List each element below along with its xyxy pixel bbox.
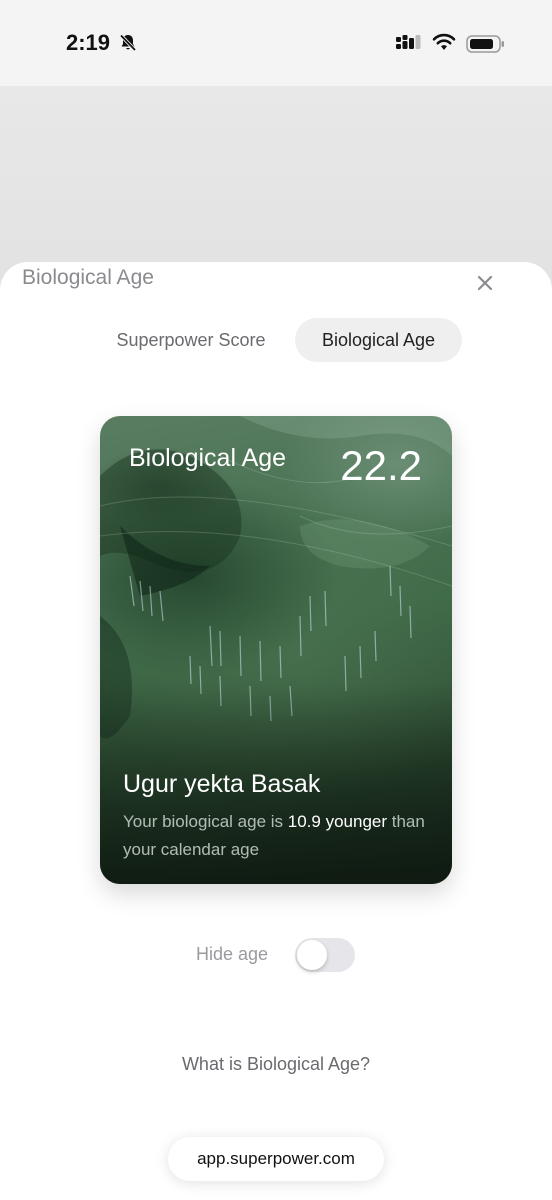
wifi-icon bbox=[432, 33, 456, 50]
biological-age-value: 22.2 bbox=[340, 442, 422, 489]
backdrop bbox=[0, 86, 552, 286]
close-button[interactable] bbox=[470, 268, 500, 298]
modal-sheet: Biological Age Superpower Score Biologic… bbox=[0, 262, 552, 1200]
user-name: Ugur yekta Basak bbox=[123, 770, 321, 798]
biological-age-card: Biological Age 22.2 Ugur yekta Basak You… bbox=[100, 416, 452, 884]
toggle-knob bbox=[297, 940, 327, 970]
close-icon bbox=[477, 275, 493, 291]
status-bar: 2:19 bbox=[0, 0, 552, 86]
age-comparison-text: Your biological age is 10.9 younger than… bbox=[123, 808, 433, 864]
hide-age-label: Hide age bbox=[196, 944, 269, 964]
hide-age-toggle[interactable] bbox=[295, 938, 355, 972]
desc-prefix: Your biological age is bbox=[123, 812, 288, 831]
tab-superpower-score[interactable]: Superpower Score bbox=[96, 318, 286, 362]
bell-slash-icon bbox=[119, 34, 137, 52]
what-is-biological-age-link[interactable]: What is Biological Age? bbox=[0, 1054, 552, 1075]
signal-icon bbox=[396, 35, 421, 49]
card-label: Biological Age bbox=[129, 444, 287, 472]
tab-bar: Superpower Score Biological Age bbox=[96, 318, 466, 362]
sheet-title: Biological Age bbox=[22, 266, 154, 289]
battery-icon bbox=[466, 35, 504, 53]
status-time: 2:19 bbox=[66, 30, 111, 55]
age-difference: 10.9 younger bbox=[287, 812, 388, 831]
browser-url-bar[interactable]: app.superpower.com bbox=[168, 1137, 384, 1181]
tab-biological-age[interactable]: Biological Age bbox=[295, 318, 462, 362]
